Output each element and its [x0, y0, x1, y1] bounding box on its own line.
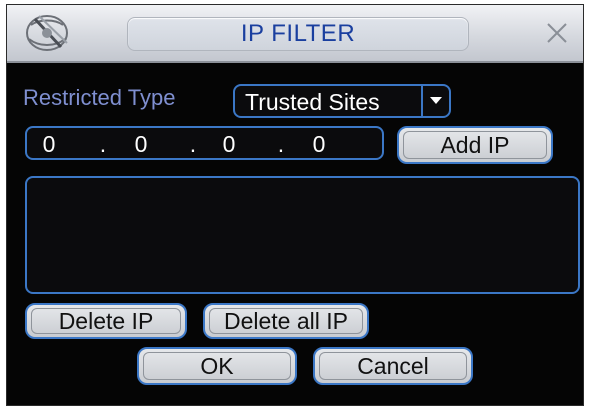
delete-ip-button[interactable]: Delete IP — [25, 303, 187, 339]
ip-filter-dialog: IP FILTER Restricted Type Trusted Sites … — [6, 4, 584, 406]
ip-separator: . — [189, 131, 197, 157]
globe-logo-icon — [21, 13, 73, 53]
restricted-type-label: Restricted Type — [23, 85, 176, 110]
ip-octet-2[interactable]: 0 — [129, 130, 153, 158]
dialog-title: IP FILTER — [240, 20, 356, 47]
ip-separator: . — [99, 131, 107, 157]
delete-all-ip-button[interactable]: Delete all IP — [203, 303, 369, 339]
ip-octet-1[interactable]: 0 — [37, 130, 61, 158]
delete-all-ip-label: Delete all IP — [223, 308, 348, 334]
restricted-type-dropdown[interactable]: Trusted Sites — [233, 84, 451, 118]
title-pill: IP FILTER — [127, 17, 469, 51]
restricted-type-value: Trusted Sites — [245, 89, 380, 115]
caret-down-icon[interactable] — [421, 86, 449, 116]
ok-button[interactable]: OK — [137, 347, 297, 385]
add-ip-button[interactable]: Add IP — [397, 126, 553, 164]
dialog-body: Restricted Type Trusted Sites 0 . 0 . 0 … — [7, 63, 583, 405]
title-bar: IP FILTER — [7, 5, 583, 63]
ip-list[interactable] — [25, 176, 580, 294]
cancel-button[interactable]: Cancel — [313, 347, 473, 385]
ok-label: OK — [200, 353, 234, 379]
ip-separator: . — [277, 131, 285, 157]
ip-octet-4[interactable]: 0 — [307, 130, 331, 158]
delete-ip-label: Delete IP — [58, 308, 154, 334]
ip-octet-3[interactable]: 0 — [217, 130, 241, 158]
cancel-label: Cancel — [357, 353, 429, 379]
close-icon[interactable] — [543, 19, 571, 47]
ip-address-field[interactable]: 0 . 0 . 0 . 0 — [25, 126, 384, 160]
add-ip-label: Add IP — [440, 132, 510, 158]
